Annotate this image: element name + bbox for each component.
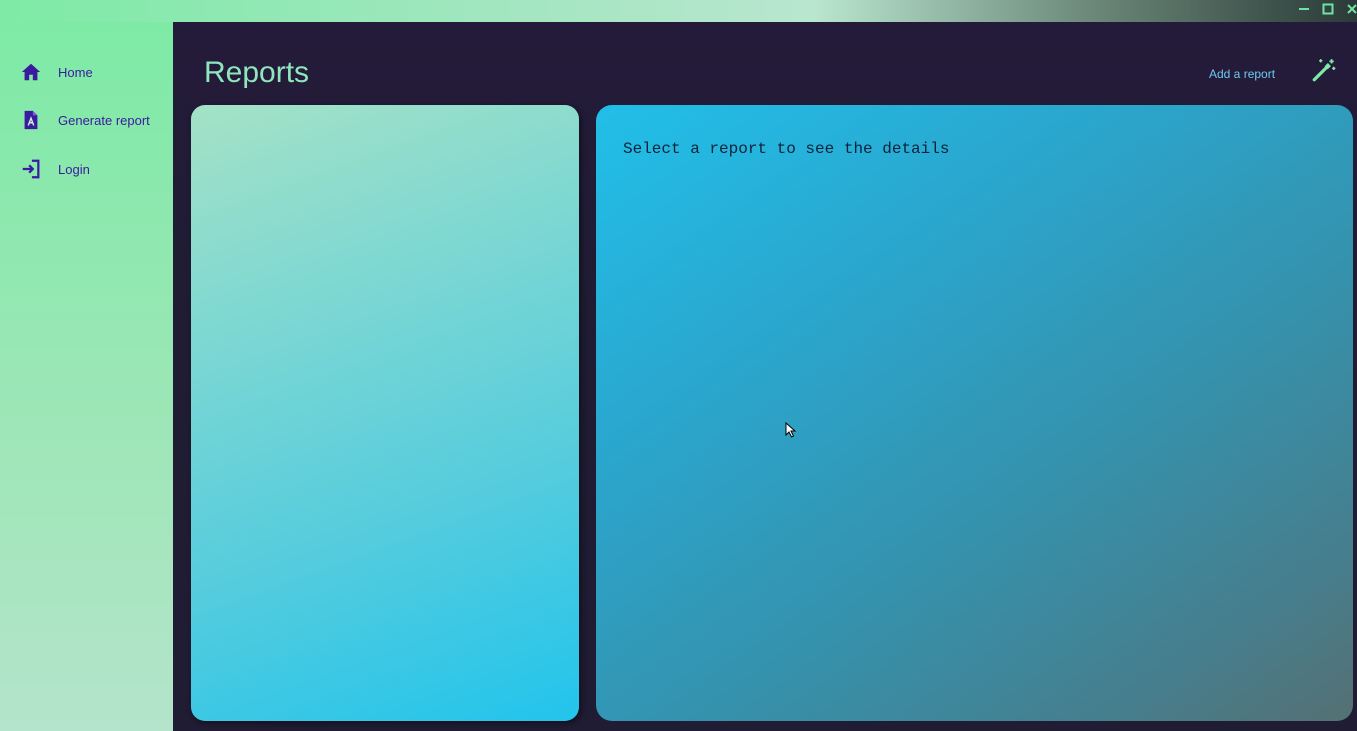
close-icon <box>1347 4 1357 14</box>
magic-wand-icon[interactable] <box>1311 57 1337 83</box>
main-content: Reports Add a report Select a report to … <box>173 22 1357 731</box>
add-report-link[interactable]: Add a report <box>1209 67 1275 81</box>
report-detail-panel: Select a report to see the details <box>596 105 1353 721</box>
window-titlebar <box>0 0 1357 22</box>
document-icon <box>24 110 38 130</box>
mouse-cursor-icon <box>785 422 797 438</box>
sidebar-item-label: Home <box>58 64 93 80</box>
sidebar-item-label: Generate report <box>58 112 150 128</box>
close-button[interactable] <box>1340 0 1357 18</box>
sidebar-item-login[interactable]: Login <box>0 149 173 189</box>
maximize-button[interactable] <box>1316 0 1340 18</box>
sidebar-item-generate-report[interactable]: Generate report <box>0 100 173 140</box>
minimize-icon <box>1299 8 1309 10</box>
login-icon <box>22 159 40 179</box>
page-title: Reports <box>204 56 310 89</box>
sidebar-item-home[interactable]: Home <box>0 52 173 92</box>
sidebar-item-label: Login <box>58 161 90 177</box>
maximize-icon <box>1322 3 1334 15</box>
minimize-button[interactable] <box>1292 0 1316 18</box>
detail-placeholder-text: Select a report to see the details <box>623 140 950 158</box>
sidebar: Home Generate report Login <box>0 22 173 731</box>
home-icon <box>21 63 41 81</box>
report-list-panel[interactable] <box>191 105 579 721</box>
